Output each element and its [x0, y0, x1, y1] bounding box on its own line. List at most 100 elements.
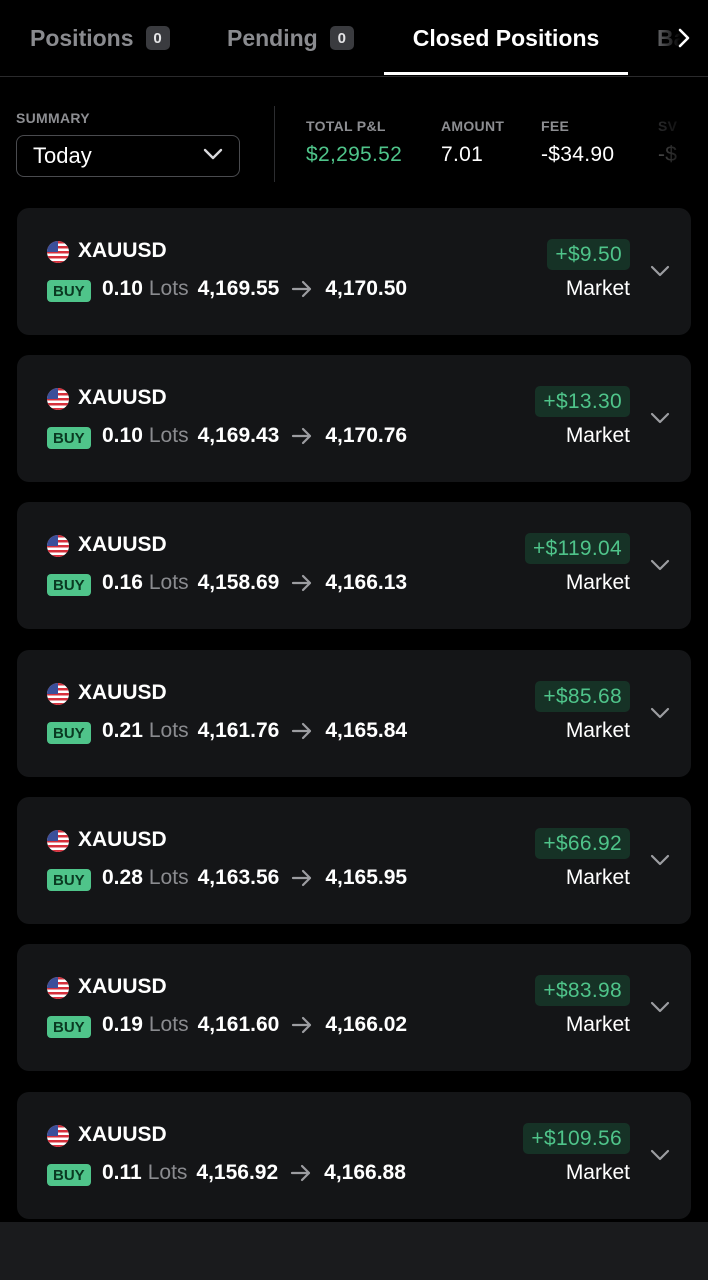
position-lots: 0.21	[102, 719, 143, 742]
summary-divider	[274, 106, 275, 182]
position-open-price: 4,169.55	[197, 277, 280, 300]
arrow-right-icon	[291, 868, 313, 888]
chevron-down-icon	[203, 147, 223, 165]
position-side-badge: BUY	[47, 869, 91, 891]
position-lots-label: Lots	[148, 866, 189, 889]
position-lots: 0.28	[102, 866, 143, 889]
period-dropdown[interactable]: Today	[16, 135, 240, 177]
chevron-right-icon[interactable]	[672, 26, 696, 50]
position-close-price: 4,166.13	[325, 571, 408, 594]
chevron-down-icon[interactable]	[649, 702, 671, 724]
chevron-down-icon[interactable]	[649, 554, 671, 576]
tab-pending-label: Pending	[227, 24, 318, 51]
bottom-bar	[0, 1222, 708, 1280]
position-order-type: Market	[565, 719, 630, 742]
position-card[interactable]: XAUUSD BUY 0.28 Lots 4,163.56 4,165.95 +…	[17, 797, 691, 924]
tab-positions[interactable]: Positions 0	[30, 0, 170, 76]
position-detail: 0.11 Lots 4,156.92 4,166.88	[102, 1161, 406, 1185]
us-flag-icon	[47, 1125, 69, 1147]
tab-pending-count-badge: 0	[329, 26, 354, 50]
amount-value: 7.01	[441, 143, 484, 166]
position-close-price: 4,170.50	[325, 277, 408, 300]
chevron-down-icon[interactable]	[649, 407, 671, 429]
position-detail: 0.10 Lots 4,169.55 4,170.50	[102, 277, 407, 301]
us-flag-icon	[47, 388, 69, 410]
position-lots: 0.10	[102, 277, 143, 300]
chevron-down-icon[interactable]	[649, 1144, 671, 1166]
position-detail: 0.28 Lots 4,163.56 4,165.95	[102, 866, 407, 890]
tab-pending[interactable]: Pending 0	[227, 0, 354, 76]
position-pnl: +$83.98	[535, 975, 630, 1006]
position-open-price: 4,156.92	[196, 1161, 279, 1184]
us-flag-icon	[47, 830, 69, 852]
position-open-price: 4,161.60	[197, 1013, 280, 1036]
chevron-down-icon[interactable]	[649, 996, 671, 1018]
arrow-right-icon	[291, 1015, 313, 1035]
position-open-price: 4,161.76	[197, 719, 280, 742]
position-symbol: XAUUSD	[78, 681, 167, 704]
total-pnl-value: $2,295.52	[306, 143, 403, 166]
tab-positions-label: Positions	[30, 24, 134, 51]
position-pnl: +$85.68	[535, 681, 630, 712]
position-order-type: Market	[565, 277, 630, 300]
amount-label: AMOUNT	[441, 118, 505, 134]
position-lots-label: Lots	[147, 1161, 188, 1184]
position-close-price: 4,165.84	[325, 719, 408, 742]
position-close-price: 4,170.76	[325, 424, 408, 447]
position-close-price: 4,166.02	[325, 1013, 408, 1036]
chevron-down-icon[interactable]	[649, 260, 671, 282]
position-order-type: Market	[565, 1161, 630, 1184]
chevron-down-icon[interactable]	[649, 849, 671, 871]
fee-value: -$34.90	[541, 143, 615, 166]
us-flag-icon	[47, 535, 69, 557]
position-lots: 0.16	[102, 571, 143, 594]
position-symbol: XAUUSD	[78, 1123, 167, 1146]
position-lots: 0.11	[102, 1161, 142, 1184]
position-lots: 0.10	[102, 424, 143, 447]
position-pnl: +$109.56	[523, 1123, 630, 1154]
position-card[interactable]: XAUUSD BUY 0.16 Lots 4,158.69 4,166.13 +…	[17, 502, 691, 629]
us-flag-icon	[47, 241, 69, 263]
position-card[interactable]: XAUUSD BUY 0.21 Lots 4,161.76 4,165.84 +…	[17, 650, 691, 777]
position-lots-label: Lots	[148, 424, 189, 447]
position-close-price: 4,166.88	[324, 1161, 406, 1184]
active-tab-indicator	[384, 72, 628, 75]
position-detail: 0.19 Lots 4,161.60 4,166.02	[102, 1013, 407, 1037]
position-card[interactable]: XAUUSD BUY 0.10 Lots 4,169.55 4,170.50 +…	[17, 208, 691, 335]
total-pnl-label: TOTAL P&L	[306, 118, 386, 134]
arrow-right-icon	[291, 279, 313, 299]
position-symbol: XAUUSD	[78, 386, 167, 409]
tab-closed-positions[interactable]: Closed Positions	[384, 0, 628, 76]
position-lots-label: Lots	[148, 277, 189, 300]
position-open-price: 4,163.56	[197, 866, 280, 889]
position-side-badge: BUY	[47, 1164, 91, 1186]
position-side-badge: BUY	[47, 280, 91, 302]
position-open-price: 4,158.69	[197, 571, 280, 594]
arrow-right-icon	[291, 426, 313, 446]
total-pnl-stat: TOTAL P&L $2,295.52	[306, 118, 402, 167]
position-side-badge: BUY	[47, 427, 91, 449]
position-pnl: +$13.30	[535, 386, 630, 417]
amount-stat: AMOUNT 7.01	[441, 118, 504, 167]
position-lots-label: Lots	[148, 1013, 189, 1036]
position-symbol: XAUUSD	[78, 828, 167, 851]
position-card[interactable]: XAUUSD BUY 0.10 Lots 4,169.43 4,170.76 +…	[17, 355, 691, 482]
tab-positions-count-badge: 0	[145, 26, 170, 50]
summary-label: SUMMARY	[16, 110, 90, 126]
position-side-badge: BUY	[47, 722, 91, 744]
arrow-right-icon	[291, 721, 313, 741]
position-symbol: XAUUSD	[78, 533, 167, 556]
position-card[interactable]: XAUUSD BUY 0.19 Lots 4,161.60 4,166.02 +…	[17, 944, 691, 1071]
position-card[interactable]: XAUUSD BUY 0.11 Lots 4,156.92 4,166.88 +…	[17, 1092, 691, 1219]
position-order-type: Market	[565, 424, 630, 447]
position-order-type: Market	[565, 866, 630, 889]
tab-closed-positions-label: Closed Positions	[412, 24, 600, 51]
position-pnl: +$9.50	[547, 239, 630, 270]
us-flag-icon	[47, 977, 69, 999]
position-side-badge: BUY	[47, 574, 91, 596]
position-detail: 0.21 Lots 4,161.76 4,165.84	[102, 719, 407, 743]
position-pnl: +$119.04	[524, 533, 630, 564]
us-flag-icon	[47, 683, 69, 705]
position-order-type: Market	[565, 1013, 630, 1036]
position-close-price: 4,165.95	[325, 866, 408, 889]
